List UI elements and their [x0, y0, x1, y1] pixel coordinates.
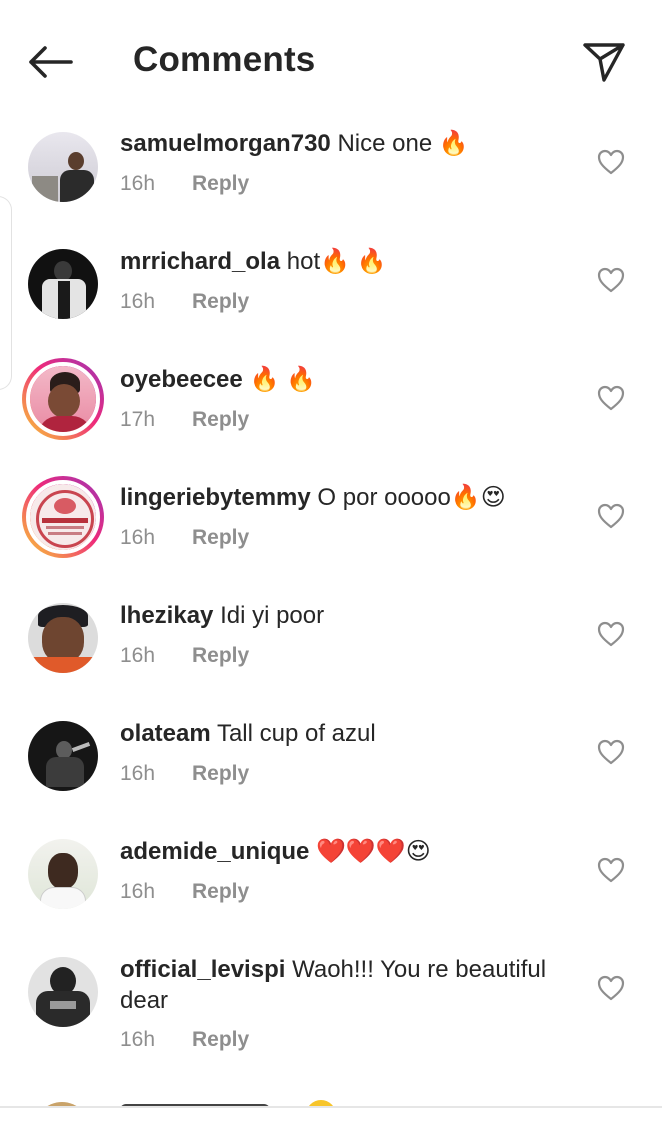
comment-text: O por ooooo🔥😍 — [317, 484, 506, 511]
comment-text: ❤️❤️❤️😍 — [316, 838, 431, 865]
reply-button[interactable]: Reply — [192, 762, 249, 786]
heart-outline-icon[interactable] — [596, 620, 626, 648]
divider — [0, 1106, 662, 1108]
reply-button[interactable]: Reply — [192, 290, 249, 314]
comments-list: samuelmorgan730 Nice one 🔥 16h Reply mrri… — [0, 122, 662, 1112]
comment-username[interactable]: samuelmorgan730 — [120, 130, 331, 157]
comment-time: 17h — [120, 408, 156, 431]
comment-username[interactable]: lingeriebytemmy — [120, 484, 311, 511]
comment-username[interactable]: official_levispi — [120, 956, 285, 983]
page-title: Comments — [133, 40, 316, 79]
comment-item: oyebeecee 🔥 🔥 17h Reply — [0, 358, 662, 476]
heart-outline-icon[interactable] — [596, 148, 626, 176]
comment-item: official_levispi Waoh!!! You re beautifu… — [0, 948, 662, 1096]
comment-item: olateam Tall cup of azul 16h Reply — [0, 712, 662, 830]
comment-text: Nice one 🔥 — [337, 130, 469, 157]
avatar[interactable] — [28, 132, 98, 202]
comment-time: 16h — [120, 526, 156, 549]
heart-outline-icon[interactable] — [596, 974, 626, 1002]
reply-button[interactable]: Reply — [192, 880, 249, 904]
reply-button[interactable]: Reply — [192, 172, 249, 196]
share-button[interactable] — [578, 36, 630, 88]
comment-time: 16h — [120, 172, 156, 195]
avatar[interactable] — [28, 603, 98, 673]
heart-outline-icon[interactable] — [596, 266, 626, 294]
comment-item: mrrichard_ola hot🔥 🔥 16h Reply — [0, 240, 662, 358]
reply-button[interactable]: Reply — [192, 526, 249, 550]
heart-outline-icon[interactable] — [596, 502, 626, 530]
arrow-left-icon — [29, 46, 73, 78]
comment-time: 16h — [120, 1028, 156, 1051]
comment-time: 16h — [120, 644, 156, 667]
reply-button[interactable]: Reply — [192, 644, 249, 668]
avatar[interactable] — [22, 358, 104, 440]
comment-time: 16h — [120, 762, 156, 785]
paper-plane-icon — [583, 43, 625, 82]
heart-outline-icon[interactable] — [596, 856, 626, 884]
avatar[interactable] — [28, 249, 98, 319]
avatar[interactable] — [28, 957, 98, 1027]
comment-text: 🔥 🔥 — [249, 366, 316, 393]
comment-username[interactable]: oyebeecee — [120, 366, 243, 393]
back-button[interactable] — [22, 38, 78, 86]
avatar[interactable] — [22, 476, 104, 558]
comment-text: Idi yi poor — [220, 602, 325, 629]
comment-time: 16h — [120, 290, 156, 313]
reply-button[interactable]: Reply — [192, 1028, 249, 1052]
comment-username[interactable]: olateam — [120, 720, 211, 747]
comment-text: Tall cup of azul — [216, 720, 376, 747]
comment-item: ademide_unique ❤️❤️❤️😍 16h Reply — [0, 830, 662, 948]
comment-username[interactable]: mrrichard_ola — [120, 248, 280, 275]
comment-text: hot🔥 🔥 — [286, 248, 387, 275]
comment-username[interactable]: lhezikay — [120, 602, 213, 629]
avatar[interactable] — [28, 839, 98, 909]
avatar[interactable] — [28, 721, 98, 791]
comment-item: lhezikay Idi yi poor 16h Reply — [0, 594, 662, 712]
comment-username[interactable]: ademide_unique — [120, 838, 309, 865]
reply-button[interactable]: Reply — [192, 408, 249, 432]
heart-outline-icon[interactable] — [596, 384, 626, 412]
comment-item: lingeriebytemmy O por ooooo🔥😍 16h Reply — [0, 476, 662, 594]
comment-time: 16h — [120, 880, 156, 903]
heart-outline-icon[interactable] — [596, 738, 626, 766]
comment-item: samuelmorgan730 Nice one 🔥 16h Reply — [0, 122, 662, 240]
header: Comments — [0, 0, 662, 122]
